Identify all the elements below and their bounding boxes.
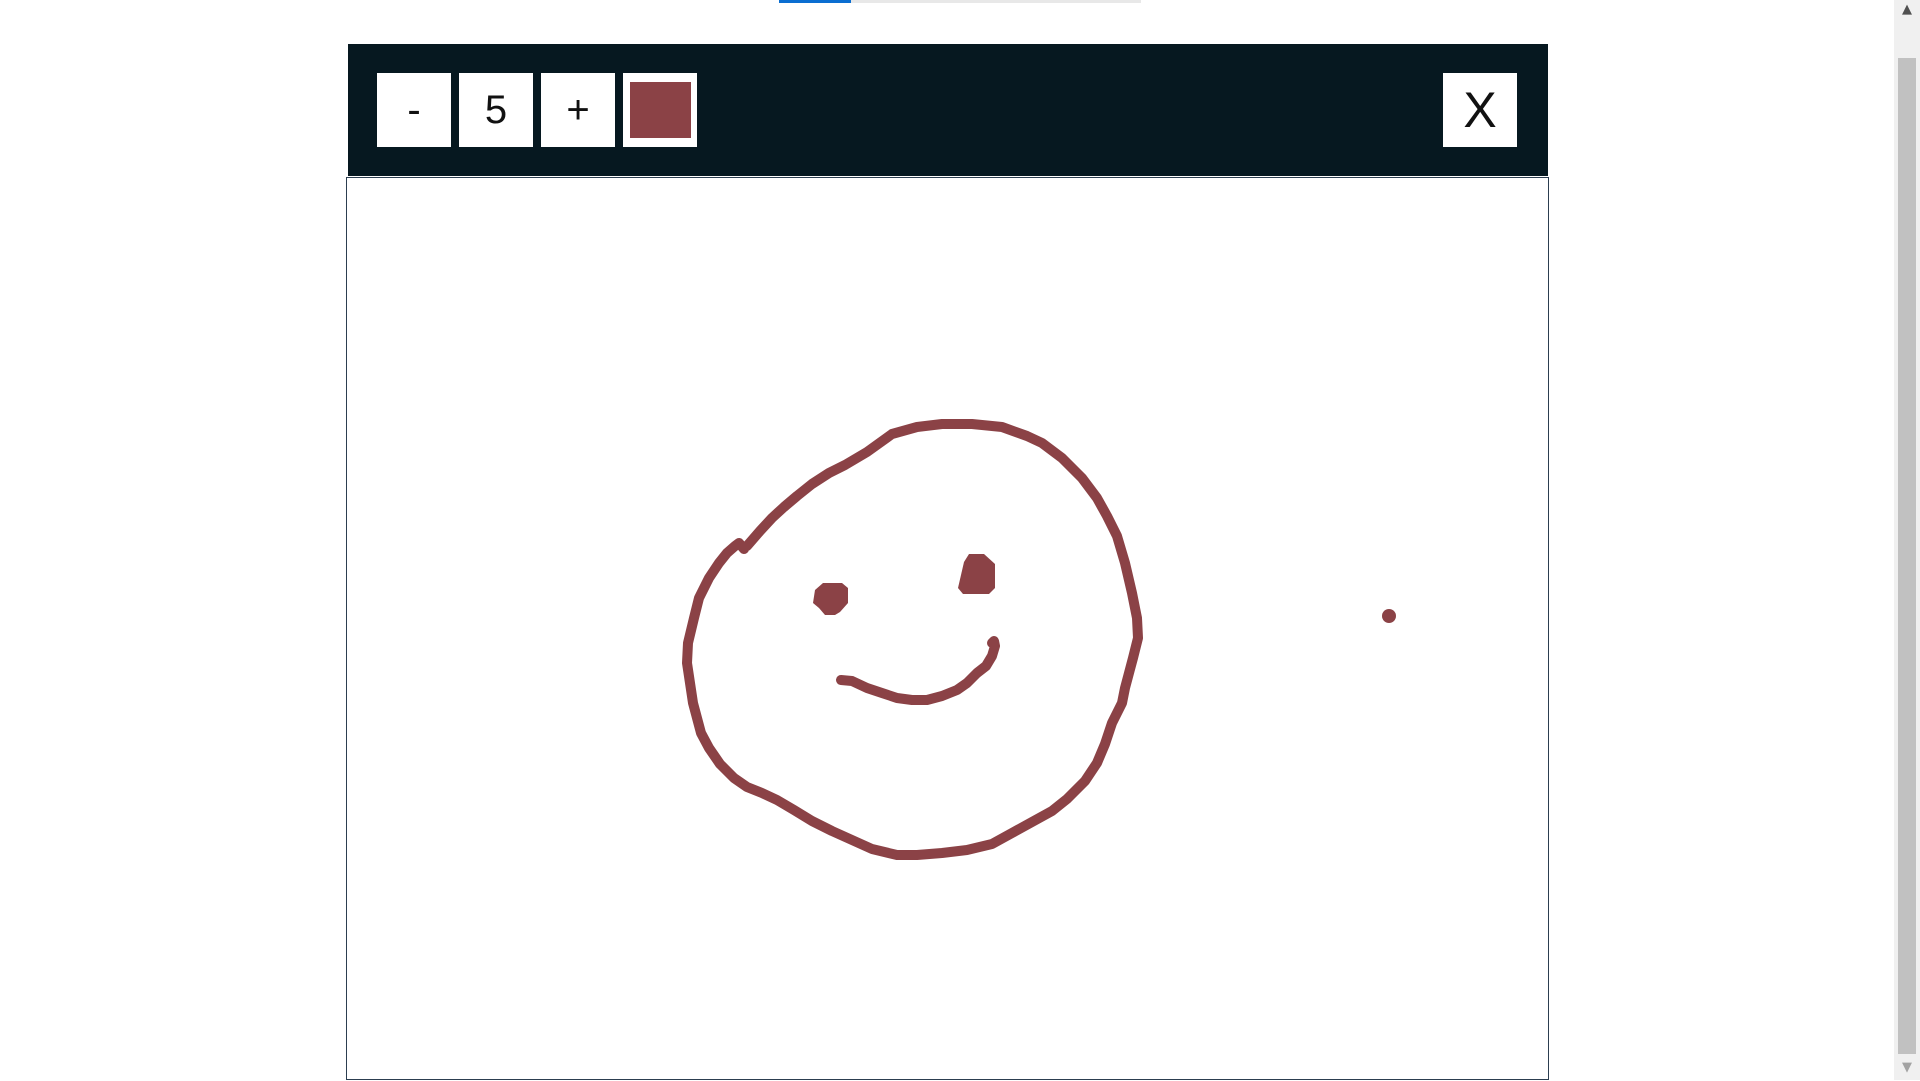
drawing-surface xyxy=(682,419,1396,860)
color-swatch xyxy=(629,82,691,138)
mouth-stroke xyxy=(836,636,1000,705)
top-progress-fill xyxy=(779,0,852,3)
close-button[interactable]: X xyxy=(1443,73,1517,147)
increase-size-button[interactable]: + xyxy=(541,73,615,147)
left-eye-mark xyxy=(813,583,848,615)
scroll-thumb[interactable] xyxy=(1898,58,1916,1054)
face-outline-stroke xyxy=(682,419,1143,860)
drawing-toolbar: - 5 + X xyxy=(348,44,1548,176)
color-picker-button[interactable] xyxy=(623,73,697,147)
right-eye-mark xyxy=(958,554,995,594)
vertical-scrollbar[interactable]: ▲ ▼ xyxy=(1894,0,1920,1080)
scroll-down-arrow-icon[interactable]: ▼ xyxy=(1894,1058,1920,1078)
ink-dot xyxy=(1382,609,1396,623)
decrease-size-button[interactable]: - xyxy=(377,73,451,147)
top-progress-bar xyxy=(779,0,1141,3)
scroll-up-arrow-icon[interactable]: ▲ xyxy=(1894,0,1920,20)
brush-size-display: 5 xyxy=(459,73,533,147)
drawing-canvas[interactable] xyxy=(346,177,1549,1080)
